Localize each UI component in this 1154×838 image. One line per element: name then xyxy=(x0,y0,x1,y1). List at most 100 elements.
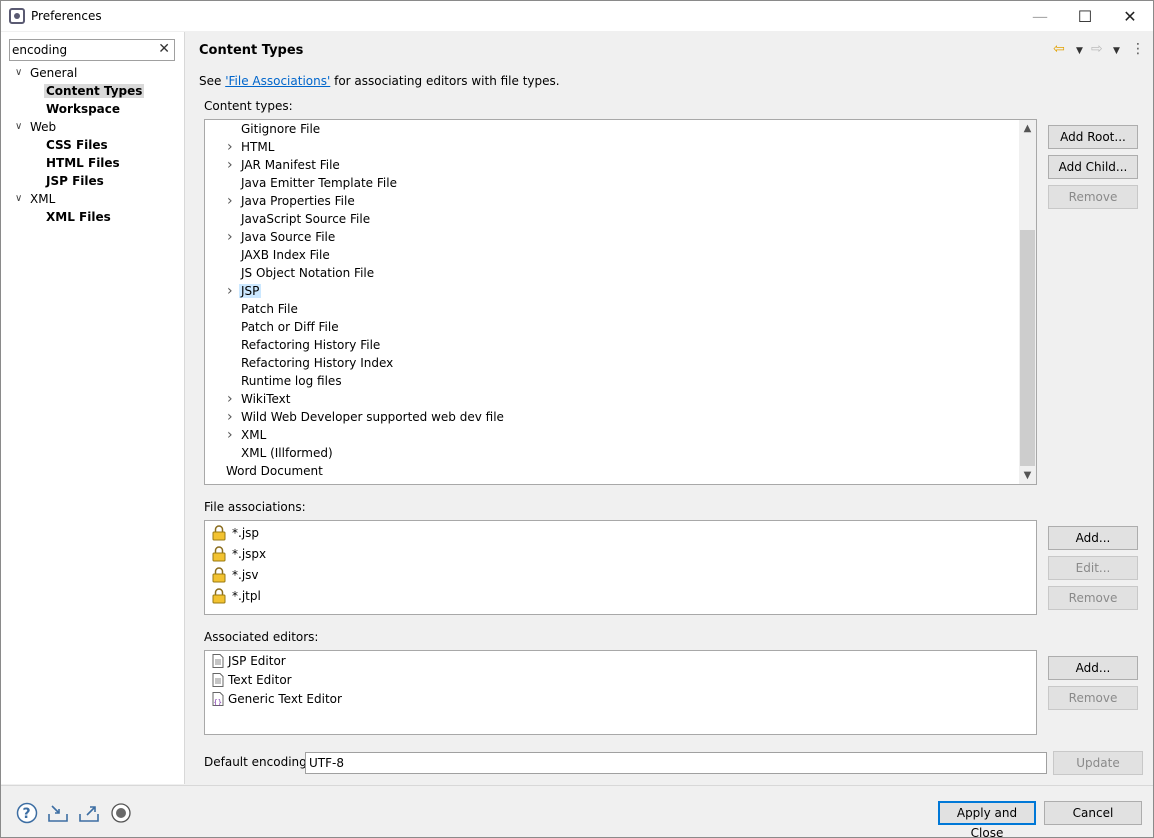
content-type-item[interactable]: Wild Web Developer supported web dev fil… xyxy=(241,408,504,426)
chevron-down-icon[interactable]: ∨ xyxy=(15,67,22,78)
tree-item-xml[interactable]: XML xyxy=(30,190,55,208)
help-icon[interactable]: ? xyxy=(16,802,38,824)
content-type-label: Runtime log files xyxy=(241,374,342,388)
back-dropdown-icon[interactable]: ▼ xyxy=(1076,46,1083,56)
list-item[interactable]: *.jsp xyxy=(212,523,259,543)
content-type-item[interactable]: Refactoring History Index xyxy=(241,354,393,372)
tree-item-content-types[interactable]: Content Types xyxy=(44,82,145,100)
tree-item-web[interactable]: Web xyxy=(30,118,56,136)
content-type-item[interactable]: JSP xyxy=(239,282,262,300)
add-file-association-button[interactable]: Add... xyxy=(1048,526,1138,550)
content-type-label: JSP xyxy=(239,284,262,298)
scroll-up-icon[interactable]: ▲ xyxy=(1019,120,1036,137)
clear-filter-icon[interactable]: ✕ xyxy=(158,41,170,57)
content-type-item[interactable]: Word Document xyxy=(226,462,323,480)
default-encoding-input[interactable]: UTF-8 xyxy=(305,752,1047,774)
chevron-right-icon[interactable]: › xyxy=(227,282,233,300)
scroll-down-icon[interactable]: ▼ xyxy=(1019,467,1036,484)
content-type-label: Wild Web Developer supported web dev fil… xyxy=(241,410,504,424)
chevron-right-icon[interactable]: › xyxy=(227,138,233,156)
list-item[interactable]: {} Generic Text Editor xyxy=(212,690,342,709)
filter-box: ✕ xyxy=(9,39,175,61)
chevron-right-icon[interactable]: › xyxy=(227,192,233,210)
import-icon[interactable] xyxy=(47,802,69,824)
content-type-item[interactable]: Runtime log files xyxy=(241,372,342,390)
remove-file-association-button[interactable]: Remove xyxy=(1048,586,1138,610)
edit-file-association-button[interactable]: Edit... xyxy=(1048,556,1138,580)
content-type-item[interactable]: JAXB Index File xyxy=(241,246,330,264)
content-type-item[interactable]: Java Properties File xyxy=(241,192,355,210)
tree-item-jsp-files[interactable]: JSP Files xyxy=(46,172,104,190)
content-type-label: Patch or Diff File xyxy=(241,320,339,334)
content-type-item[interactable]: JavaScript Source File xyxy=(241,210,370,228)
add-root-button[interactable]: Add Root... xyxy=(1048,125,1138,149)
update-encoding-button[interactable]: Update xyxy=(1053,751,1143,775)
eclipse-app-icon xyxy=(9,8,25,24)
content-type-item[interactable]: JAR Manifest File xyxy=(241,156,340,174)
list-item[interactable]: JSP Editor xyxy=(212,652,286,671)
content-type-item[interactable]: JS Object Notation File xyxy=(241,264,374,282)
chevron-right-icon[interactable]: › xyxy=(227,426,233,444)
content-type-item[interactable]: XML xyxy=(241,426,266,444)
filter-input[interactable] xyxy=(12,42,152,58)
content-type-label: JAR Manifest File xyxy=(241,158,340,172)
file-associations-label: File associations: xyxy=(204,500,306,514)
forward-arrow-icon[interactable]: ⇨ xyxy=(1091,41,1103,57)
content-type-label: WikiText xyxy=(241,392,291,406)
content-type-item[interactable]: Java Source File xyxy=(241,228,335,246)
minimize-button[interactable]: — xyxy=(1017,1,1063,31)
tree-item-css-files[interactable]: CSS Files xyxy=(46,136,108,154)
scroll-thumb[interactable] xyxy=(1020,230,1035,466)
file-associations-link[interactable]: 'File Associations' xyxy=(225,74,330,88)
chevron-right-icon[interactable]: › xyxy=(227,156,233,174)
tree-item-html-files[interactable]: HTML Files xyxy=(46,154,120,172)
preferences-window: Preferences — ☐ ✕ ✕ ∨ General Content Ty… xyxy=(0,0,1154,838)
apply-and-close-button[interactable]: Apply and Close xyxy=(938,801,1036,838)
content-type-label: Java Emitter Template File xyxy=(241,176,397,190)
add-editor-button[interactable]: Add... xyxy=(1048,656,1138,680)
content-type-item[interactable]: Refactoring History File xyxy=(241,336,380,354)
chevron-down-icon[interactable]: ∨ xyxy=(15,193,22,204)
file-association-label: *.jspx xyxy=(232,547,267,561)
export-icon[interactable] xyxy=(78,802,100,824)
associated-editors-list[interactable]: JSP Editor Text Editor {} Generic Text Ed… xyxy=(204,650,1037,735)
content-type-item[interactable]: Gitignore File xyxy=(241,120,320,138)
content-type-item[interactable]: WikiText xyxy=(241,390,291,408)
page-title: Content Types xyxy=(199,43,304,58)
list-item[interactable]: *.jsv xyxy=(212,565,259,585)
preference-tree-pane: ✕ ∨ General Content Types Workspace ∨ We… xyxy=(1,32,185,784)
list-item[interactable]: *.jspx xyxy=(212,544,266,564)
list-item[interactable]: *.jtpl xyxy=(212,586,261,606)
tree-item-label: Content Types xyxy=(44,84,145,98)
file-associations-list[interactable]: *.jsp *.jspx *.jsv *.jtpl xyxy=(204,520,1037,615)
cancel-button[interactable]: Cancel xyxy=(1044,801,1142,825)
chevron-right-icon[interactable]: › xyxy=(227,408,233,426)
content-type-item[interactable]: XML (Illformed) xyxy=(241,444,333,462)
jsp-editor-icon xyxy=(212,653,224,668)
add-child-button[interactable]: Add Child... xyxy=(1048,155,1138,179)
lock-icon xyxy=(212,566,226,582)
content-type-item[interactable]: Java Emitter Template File xyxy=(241,174,397,192)
content-types-tree[interactable]: Gitignore File › HTML › JAR Manifest File Jav… xyxy=(204,119,1037,485)
tree-item-xml-files[interactable]: XML Files xyxy=(46,208,111,226)
list-item[interactable]: Text Editor xyxy=(212,671,292,690)
close-button[interactable]: ✕ xyxy=(1107,1,1153,31)
chevron-down-icon[interactable]: ∨ xyxy=(15,121,22,132)
view-menu-icon[interactable]: ⋮ xyxy=(1131,41,1145,57)
content-type-item[interactable]: Patch File xyxy=(241,300,298,318)
maximize-button[interactable]: ☐ xyxy=(1062,1,1108,31)
chevron-right-icon[interactable]: › xyxy=(227,228,233,246)
remove-editor-button[interactable]: Remove xyxy=(1048,686,1138,710)
chevron-right-icon[interactable]: › xyxy=(227,390,233,408)
tree-item-workspace[interactable]: Workspace xyxy=(46,100,120,118)
content-type-item[interactable]: HTML xyxy=(241,138,274,156)
content-type-item[interactable]: Patch or Diff File xyxy=(241,318,339,336)
back-arrow-icon[interactable]: ⇦ xyxy=(1053,41,1065,57)
tree-item-general[interactable]: General xyxy=(30,64,77,82)
content-types-label: Content types: xyxy=(204,99,293,113)
forward-dropdown-icon[interactable]: ▼ xyxy=(1113,46,1120,56)
content-type-label: Refactoring History File xyxy=(241,338,381,352)
content-types-scrollbar[interactable]: ▲ ▼ xyxy=(1019,120,1036,484)
remove-content-type-button[interactable]: Remove xyxy=(1048,185,1138,209)
record-icon[interactable] xyxy=(110,802,132,824)
